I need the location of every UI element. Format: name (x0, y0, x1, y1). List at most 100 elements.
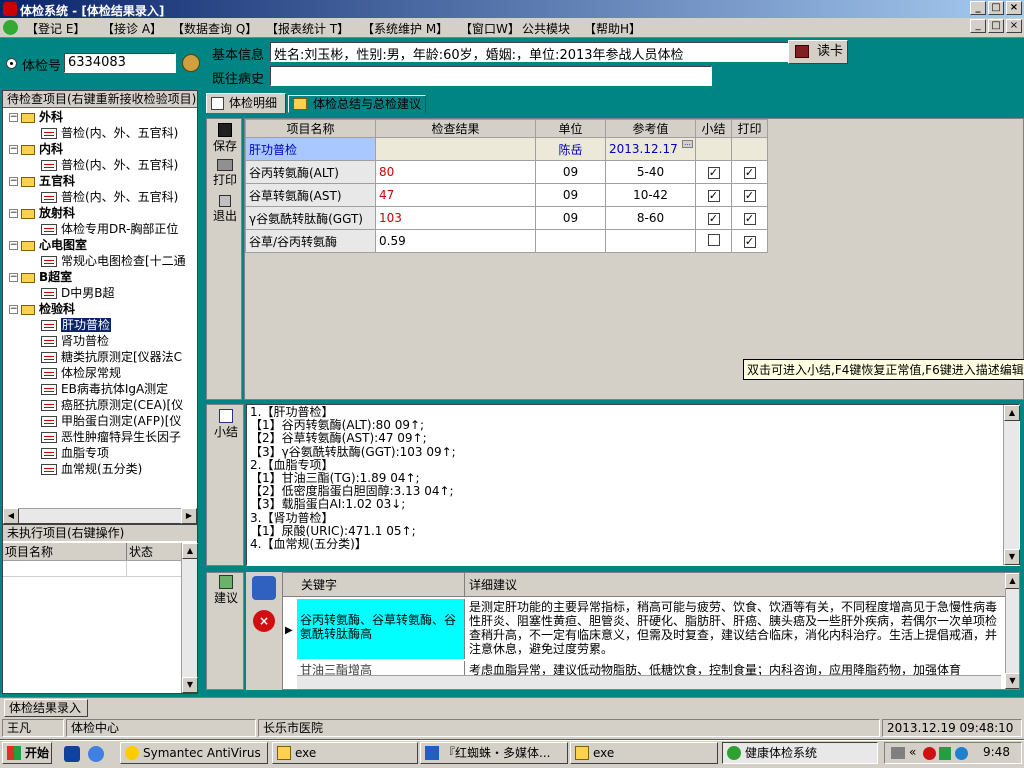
advice-row-1-keyword[interactable]: 谷丙转氨酶、谷草转氨酶、谷氨酰转肽酶高 (297, 599, 465, 659)
tree-dept[interactable]: − 外科 (9, 109, 63, 125)
tree-dept[interactable]: − 放射科 (9, 205, 75, 221)
close-button[interactable]: × (1006, 1, 1022, 15)
result-value[interactable]: 0.59 (375, 229, 536, 253)
col-reference[interactable]: 参考值 (605, 119, 696, 138)
delete-advice-icon[interactable]: × (253, 610, 275, 632)
tray-network-icon[interactable] (939, 747, 951, 760)
tray-keyboard-icon[interactable] (891, 747, 905, 759)
task-health-system[interactable]: 健康体检系统 (722, 742, 878, 764)
advice-col-keyword[interactable]: 关键字 (297, 573, 465, 597)
tab-summary[interactable]: 体检总结与总检建议 (288, 95, 426, 113)
result-reference[interactable]: 5-40 (605, 160, 696, 184)
result-name[interactable]: 谷草/谷丙转氨酶 (245, 229, 376, 253)
col-print[interactable]: 打印 (731, 119, 768, 138)
advice-vscroll[interactable]: ▲ ▼ (1005, 573, 1019, 689)
summary-checkbox[interactable]: ✓ (707, 190, 720, 202)
pending-col-name[interactable]: 项目名称 (3, 543, 127, 560)
result-unit[interactable]: 09 (535, 183, 606, 207)
exam-number-input[interactable]: 6334083 (64, 53, 176, 73)
result-value[interactable]: 47 (375, 183, 536, 207)
exit-button[interactable]: 退出 (209, 195, 241, 229)
group-row[interactable]: 肝功普检 陈岳 2013.12.17... (245, 137, 768, 161)
print-check-cell[interactable]: ✓ (731, 229, 768, 253)
pending-col-status[interactable]: 状态 (127, 543, 181, 560)
maximize-button[interactable]: □ (988, 1, 1004, 15)
advice-button[interactable]: 建议 (209, 575, 243, 611)
result-unit[interactable]: 09 (535, 206, 606, 230)
col-summary[interactable]: 小结 (695, 119, 732, 138)
task-exe-1[interactable]: exe (272, 742, 418, 764)
tree-item[interactable]: 普检(内、外、五官科) (41, 125, 178, 141)
result-reference[interactable]: 8-60 (605, 206, 696, 230)
tree-dept[interactable]: − B超室 (9, 269, 72, 285)
result-name[interactable]: γ谷氨酰转肽酶(GGT) (245, 206, 376, 230)
summary-checkbox[interactable]: ✓ (707, 167, 720, 179)
pending-vscroll[interactable]: ▲ ▼ (181, 543, 198, 693)
advice-col-detail[interactable]: 详细建议 (465, 573, 1005, 597)
result-name[interactable]: 谷草转氨酶(AST) (245, 183, 376, 207)
tree-item[interactable]: 肝功普检 (41, 317, 112, 333)
group-name[interactable]: 肝功普检 (245, 137, 376, 161)
window-tab[interactable]: 体检结果录入 (4, 699, 88, 717)
tree-item[interactable]: 癌胚抗原测定(CEA)[仪 (41, 397, 183, 413)
print-checkbox[interactable]: ✓ (743, 213, 756, 225)
result-value[interactable]: 80 (375, 160, 536, 184)
tree-item[interactable]: 体检专用DR-胸部正位 (41, 221, 178, 237)
collapse-icon[interactable]: − (9, 113, 18, 122)
basic-info-field[interactable]: 姓名:刘玉彬，性别:男，年龄:60岁，婚姻:，单位:2013年参战人员体检 (270, 42, 792, 62)
tree-dept[interactable]: − 五官科 (9, 173, 75, 189)
group-date-cell[interactable]: 2013.12.17... (605, 137, 696, 161)
tree-item[interactable]: 普检(内、外、五官科) (41, 189, 178, 205)
menu-report[interactable]: 【报表统计 T】 (266, 20, 349, 37)
collapse-icon[interactable]: − (9, 273, 18, 282)
collapse-icon[interactable]: − (9, 145, 18, 154)
tray-sync-icon[interactable] (955, 747, 968, 760)
menu-query[interactable]: 【数据查询 Q】 (172, 20, 257, 37)
history-field[interactable] (270, 66, 712, 86)
print-check-cell[interactable]: ✓ (731, 160, 768, 184)
child-close-button[interactable]: × (1006, 19, 1022, 33)
result-row[interactable]: γ谷氨酰转肽酶(GGT) 103 09 8-60 ✓ ✓ (245, 206, 768, 230)
tree-item[interactable]: D中男B超 (41, 285, 114, 301)
result-unit[interactable]: 09 (535, 160, 606, 184)
summary-button[interactable]: 小结 (209, 409, 243, 447)
advice-row-1-detail[interactable]: 是测定肝功能的主要异常指标，稍高可能与疲劳、饮食、饮酒等有关，不同程度增高见于急… (465, 599, 1005, 659)
child-minimize-button[interactable]: _ (970, 19, 986, 33)
result-row[interactable]: 谷丙转氨酶(ALT) 80 09 5-40 ✓ ✓ (245, 160, 768, 184)
tree-dept[interactable]: − 内科 (9, 141, 63, 157)
result-row[interactable]: 谷草/谷丙转氨酶 0.59 ✓ (245, 229, 768, 253)
col-item-name[interactable]: 项目名称 (245, 119, 376, 138)
add-advice-icon[interactable] (252, 576, 276, 600)
menu-register[interactable]: 【登记 E】 (26, 20, 85, 37)
tree-item[interactable]: 血常规(五分类) (41, 461, 142, 477)
tree-dept[interactable]: − 心电图室 (9, 237, 87, 253)
summary-vscroll[interactable]: ▲ ▼ (1003, 405, 1020, 565)
col-result[interactable]: 检查结果 (375, 119, 536, 138)
collapse-icon[interactable]: − (9, 305, 18, 314)
summary-textarea[interactable]: 1.【肝功普检】 【1】谷丙转氨酶(ALT):80 09↑; 【2】谷草转氨酶(AS… (246, 404, 1020, 566)
print-check-cell[interactable]: ✓ (731, 183, 768, 207)
summary-check-cell[interactable]: ✓ (695, 160, 732, 184)
result-value[interactable]: 103 (375, 206, 536, 230)
ellipsis-icon[interactable]: ... (682, 140, 693, 148)
advice-hscroll[interactable] (297, 675, 1001, 689)
tree-item[interactable]: 常规心电图检查[十二通 (41, 253, 186, 269)
tree-dept[interactable]: − 检验科 (9, 301, 75, 317)
tree-item[interactable]: 糖类抗原测定[仪器法C (41, 349, 182, 365)
mdi-icon[interactable] (3, 20, 18, 35)
tree-item[interactable]: 甲胎蛋白测定(AFP)[仪 (41, 413, 181, 429)
tree-hscroll[interactable]: ◀ ▶ (3, 508, 197, 524)
result-name[interactable]: 谷丙转氨酶(ALT) (245, 160, 376, 184)
task-exe-2[interactable]: exe (570, 742, 718, 764)
minimize-button[interactable]: _ (970, 1, 986, 15)
summary-checkbox[interactable]: ✓ (707, 213, 720, 225)
menu-reception[interactable]: 【接诊 A】 (102, 20, 162, 37)
result-unit[interactable] (535, 229, 606, 253)
exam-radio[interactable] (6, 58, 17, 69)
app-icon[interactable] (3, 2, 17, 16)
menu-window[interactable]: 【窗口W】 (460, 20, 520, 37)
group-doctor[interactable]: 陈岳 (535, 137, 606, 161)
result-reference[interactable] (605, 229, 696, 253)
tree-item[interactable]: 恶性肿瘤特异生长因子 (41, 429, 181, 445)
quicklaunch-icon-1[interactable] (64, 746, 80, 762)
